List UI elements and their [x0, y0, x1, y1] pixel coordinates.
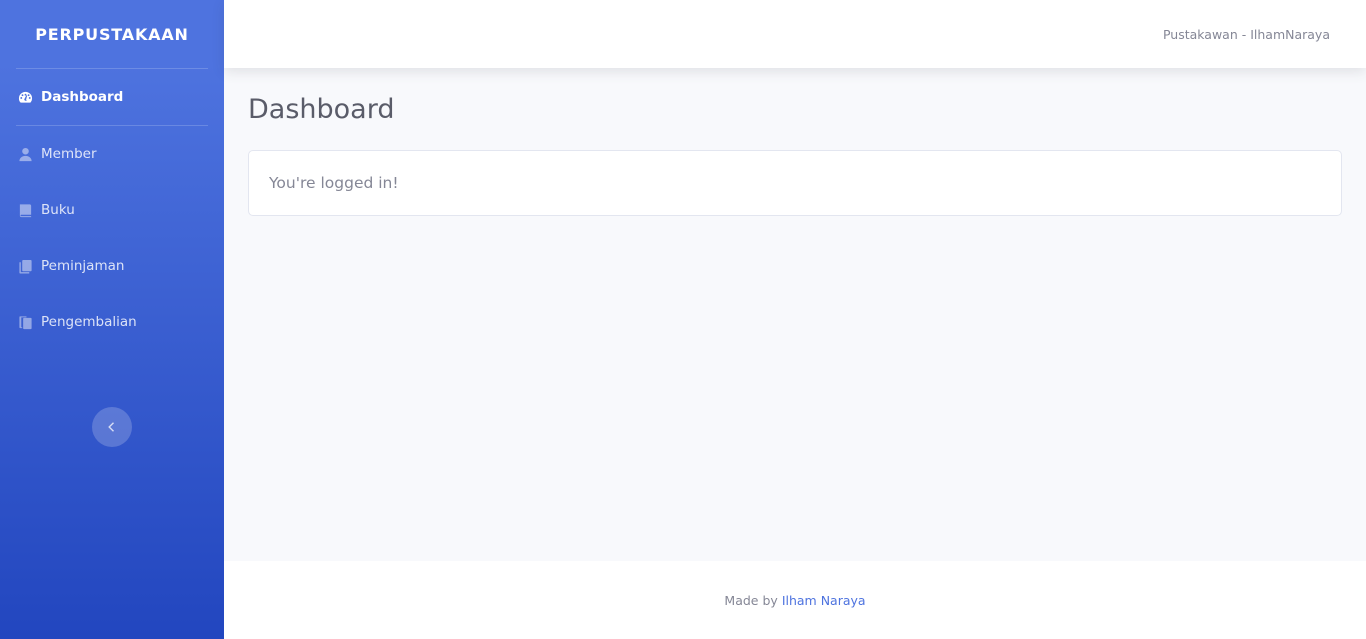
book-icon	[17, 202, 33, 218]
chevron-left-icon	[107, 422, 117, 432]
sidebar-item-label: Dashboard	[41, 89, 124, 105]
sidebar-item-label: Member	[41, 146, 97, 162]
footer-author-link[interactable]: Ilham Naraya	[782, 593, 866, 608]
tachometer-icon	[17, 89, 33, 105]
copy-icon	[17, 314, 33, 330]
sidebar-item-peminjaman[interactable]: Peminjaman	[0, 238, 224, 294]
sidebar-toggle-wrap	[0, 407, 224, 447]
footer-prefix: Made by	[724, 592, 778, 608]
sidebar: PERPUSTAKAAN Dashboard Member Buku Pemin…	[0, 0, 224, 639]
content-wrapper: Pustakawan - IlhamNaraya Dashboard You'r…	[224, 0, 1366, 639]
sidebar-brand[interactable]: PERPUSTAKAAN	[0, 0, 224, 68]
sidebar-item-label: Pengembalian	[41, 314, 137, 330]
status-card: You're logged in!	[248, 150, 1342, 216]
sidebar-item-label: Peminjaman	[41, 258, 125, 274]
user-name[interactable]: Pustakawan - IlhamNaraya	[1163, 27, 1330, 42]
sidebar-item-label: Buku	[41, 202, 75, 218]
topbar: Pustakawan - IlhamNaraya	[224, 0, 1366, 68]
main-content: Dashboard You're logged in!	[224, 68, 1366, 561]
sidebar-item-pengembalian[interactable]: Pengembalian	[0, 294, 224, 350]
sidebar-item-buku[interactable]: Buku	[0, 182, 224, 238]
sidebar-toggle-button[interactable]	[92, 407, 132, 447]
status-message: You're logged in!	[269, 174, 399, 192]
sidebar-item-member[interactable]: Member	[0, 126, 224, 182]
copy-icon	[17, 258, 33, 274]
page-title: Dashboard	[248, 94, 395, 125]
footer: Made by Ilham Naraya	[224, 561, 1366, 639]
sidebar-item-dashboard[interactable]: Dashboard	[0, 69, 224, 125]
user-icon	[17, 146, 33, 162]
